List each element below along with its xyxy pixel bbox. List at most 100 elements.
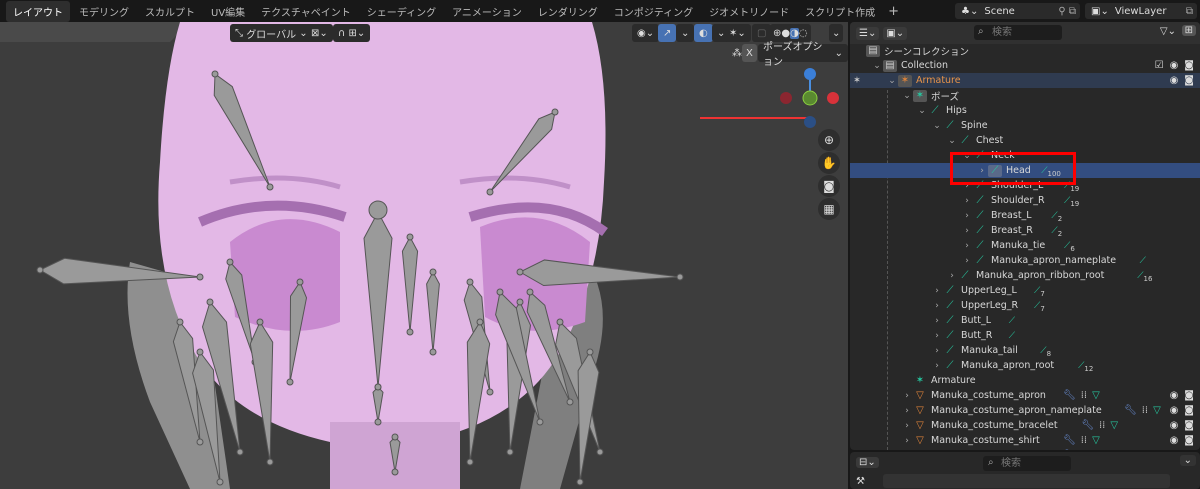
vertex-groups-icon[interactable]: ⁞⁞ <box>1081 390 1087 401</box>
overlay-toggle[interactable]: ◐ <box>694 24 713 42</box>
outliner-row[interactable]: › ⟋ Manuka_apron_root ⟋12 <box>850 358 1200 373</box>
outliner-row[interactable]: ⌄ ⟋ Chest <box>850 133 1200 148</box>
child-bones-badge[interactable]: ⟋ <box>1140 256 1146 266</box>
bone-overlay-dropdown[interactable]: ✶⌄ <box>724 24 751 42</box>
chevron-right-icon[interactable]: › <box>961 181 973 191</box>
hand-pan-icon[interactable]: ✋ <box>818 152 840 174</box>
outliner-row[interactable]: › ▽ Manuka_costume_bracelet 🔧︎ ⁞⁞ ▽ ◉ ◙ <box>850 418 1200 433</box>
outliner-row[interactable]: › ⟋ UpperLeg_R ⟋7 <box>850 298 1200 313</box>
child-bones-badge[interactable]: ⟋2 <box>1051 211 1062 223</box>
pose-options-dropdown[interactable]: ポーズオプション ⌄ <box>758 42 848 68</box>
chevron-right-icon[interactable]: › <box>961 256 973 266</box>
chevron-down-icon[interactable]: ⌄ <box>886 76 898 86</box>
eye-icon[interactable]: ◉ <box>1170 75 1179 86</box>
outliner-row[interactable]: › ⟋ Manuka_apron_nameplate ⟋ <box>850 253 1200 268</box>
chevron-down-icon[interactable]: ⌄ <box>901 91 913 101</box>
camera-icon[interactable]: ◙ <box>818 175 840 197</box>
child-bones-badge[interactable]: ⟋ <box>1009 331 1015 341</box>
outliner-row[interactable]: ⌄ ✶ Armature ◉ ◙ ✶ <box>850 73 1200 88</box>
chevron-down-icon[interactable]: ⌄ <box>931 121 943 131</box>
tab-workspace[interactable]: モデリング <box>72 1 136 22</box>
child-bones-badge[interactable]: ⟋7 <box>1034 286 1045 298</box>
child-bones-badge[interactable]: ⟋8 <box>1040 346 1051 358</box>
child-bones-badge[interactable]: ⟋16 <box>1137 271 1152 283</box>
outliner-row[interactable]: ⌄ ✶ ポーズ <box>850 88 1200 103</box>
outliner-row[interactable]: › ▽ Manuka_costume_shirt 🔧︎ ⁞⁞ ▽ ◉ ◙ <box>850 433 1200 448</box>
chevron-right-icon[interactable]: › <box>931 361 943 371</box>
chevron-down-icon[interactable]: ⌄ <box>871 61 883 71</box>
mesh-data-icon[interactable]: ▽ <box>1153 405 1161 416</box>
scene-name[interactable]: Scene <box>984 6 1015 17</box>
outliner-row[interactable]: ⌄ ⟋ Neck <box>850 148 1200 163</box>
tool-icon[interactable]: ⚒ <box>856 476 865 487</box>
child-bones-badge[interactable]: ⟋12 <box>1078 361 1093 373</box>
gizmo-toggle[interactable]: ↗ <box>658 24 677 42</box>
options-dropdown[interactable]: ⌄ <box>1179 455 1196 466</box>
chevron-right-icon[interactable]: › <box>931 316 943 326</box>
editor-type-icon[interactable]: ⊟⌄ <box>856 457 879 468</box>
scene-collection-row[interactable]: ▤ シーンコレクション <box>850 43 1200 58</box>
outliner-row[interactable]: › ⟋ Shoulder_R ⟋19 <box>850 193 1200 208</box>
solid-icon[interactable]: ● <box>781 28 790 39</box>
outliner-row[interactable]: ⌄ ⟋ Spine <box>850 118 1200 133</box>
tab-workspace[interactable]: コンポジティング <box>607 1 700 22</box>
chevron-right-icon[interactable]: › <box>901 421 913 431</box>
vertex-groups-icon[interactable]: ⁞⁞ <box>1099 420 1105 431</box>
child-bones-badge[interactable]: ⟋6 <box>1064 241 1075 253</box>
outliner-row[interactable]: › ⟋ Head ⟋100 <box>850 163 1200 178</box>
editor-type-icon[interactable]: ☰⌄ <box>856 26 880 40</box>
pin-icon[interactable]: ⚲ ⧉ <box>1058 6 1076 17</box>
eye-icon[interactable]: ◉ <box>1170 435 1179 446</box>
transform-orientation-dropdown[interactable]: ⤡ グローバル ⌄ <box>230 24 313 42</box>
outliner-row[interactable]: › ⟋ Butt_R ⟋ <box>850 328 1200 343</box>
chevron-right-icon[interactable]: › <box>901 406 913 416</box>
outliner-row[interactable]: › ⟋ Breast_L ⟋2 <box>850 208 1200 223</box>
outliner-row[interactable]: › ▽ Manuka_costume_apron 🔧︎ ⁞⁞ ▽ ◉ ◙ <box>850 388 1200 403</box>
chevron-right-icon[interactable]: › <box>901 436 913 446</box>
chevron-right-icon[interactable]: › <box>961 211 973 221</box>
chevron-right-icon[interactable]: › <box>946 271 958 281</box>
child-bones-badge[interactable]: ⟋7 <box>1034 301 1045 313</box>
x-mirror-toggle[interactable]: X <box>742 44 757 62</box>
outliner-row[interactable]: › ⟋ Manuka_tail ⟋8 <box>850 343 1200 358</box>
chevron-right-icon[interactable]: › <box>931 331 943 341</box>
tab-workspace[interactable]: レンダリング <box>531 1 605 22</box>
filter-icon[interactable]: ▽⌄ <box>1160 26 1176 37</box>
chevron-right-icon[interactable]: › <box>976 166 988 176</box>
tab-workspace[interactable]: テクスチャペイント <box>254 1 358 22</box>
wrench-icon[interactable]: 🔧︎ <box>1081 420 1094 431</box>
outliner-row[interactable]: ›▽Manuka_costume_shoes🔧︎⁞⁞▽◉◙ <box>850 448 1200 450</box>
mesh-data-icon[interactable]: ▽ <box>1092 390 1100 401</box>
gizmo-dropdown[interactable]: ⌄ <box>676 24 695 42</box>
chevron-right-icon[interactable]: › <box>961 226 973 236</box>
eye-icon[interactable]: ◉ <box>1170 405 1179 416</box>
grid-ortho-icon[interactable]: ▦ <box>818 198 840 220</box>
camera-render-icon[interactable]: ◙ <box>1184 75 1194 86</box>
visibility-dropdown[interactable]: ◉⌄ <box>632 24 660 42</box>
snap-toggle[interactable]: ∩ ⊞⌄ <box>333 24 371 42</box>
chevron-right-icon[interactable]: › <box>931 286 943 296</box>
pose-mode-icon[interactable]: ✶ <box>853 75 861 86</box>
viewlayer-selector[interactable]: ▣⌄ ViewLayer ⧉ <box>1085 3 1197 19</box>
rendered-icon[interactable]: ◌ <box>799 28 808 39</box>
pivot-dropdown[interactable]: ⊠⌄ <box>306 24 333 42</box>
outliner-row[interactable]: › ⟋ Breast_R ⟋2 <box>850 223 1200 238</box>
eye-icon[interactable]: ◉ <box>1170 390 1179 401</box>
chevron-right-icon[interactable]: › <box>931 301 943 311</box>
outliner-row[interactable]: › ⟋ Manuka_apron_ribbon_root ⟋16 <box>850 268 1200 283</box>
outliner-row[interactable]: › ⟋ Butt_L ⟋ <box>850 313 1200 328</box>
camera-render-icon[interactable]: ◙ <box>1184 420 1194 431</box>
outliner-row[interactable]: › ⟋ Shoulder_L ⟋19 <box>850 178 1200 193</box>
child-bones-badge[interactable]: ⟋19 <box>1064 181 1079 193</box>
tab-workspace[interactable]: スカルプト <box>138 1 202 22</box>
new-collection-icon[interactable]: ⊞ <box>1181 25 1196 36</box>
copy-icon[interactable]: ⧉ <box>1186 6 1193 17</box>
properties-search-input[interactable]: 検索 <box>983 456 1071 471</box>
wrench-icon[interactable]: 🔧︎ <box>1063 390 1076 401</box>
viewlayer-name[interactable]: ViewLayer <box>1115 6 1167 17</box>
chevron-down-icon[interactable]: ⌄ <box>946 136 958 146</box>
zoom-icon[interactable]: ⊕ <box>818 129 840 151</box>
child-bones-badge[interactable]: ⟋100 <box>1041 166 1061 178</box>
outliner-search-input[interactable]: 検索 <box>974 25 1062 40</box>
wrench-icon[interactable]: 🔧︎ <box>1063 435 1076 446</box>
